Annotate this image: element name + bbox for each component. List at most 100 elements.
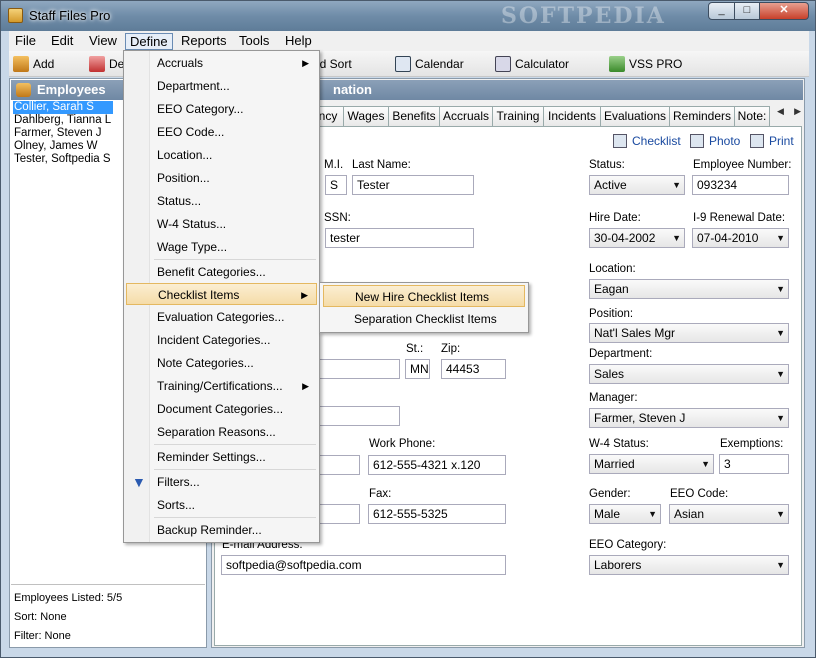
menu-help[interactable]: Help bbox=[281, 33, 316, 50]
photo-link[interactable]: Photo bbox=[690, 134, 740, 148]
print-link[interactable]: Print bbox=[750, 134, 794, 148]
add-button[interactable]: Add bbox=[13, 54, 54, 74]
menu-item-backup-reminder[interactable]: Backup Reminder... bbox=[126, 519, 317, 541]
menu-item-training-certifications[interactable]: Training/Certifications... ▶ bbox=[126, 375, 317, 397]
menu-item-document-categories[interactable]: Document Categories... bbox=[126, 398, 317, 420]
tab-notes[interactable]: Note: bbox=[734, 106, 770, 126]
menu-item-filters[interactable]: Filters... bbox=[126, 471, 317, 493]
menu-tools[interactable]: Tools bbox=[235, 33, 273, 50]
menu-item-location[interactable]: Location... bbox=[126, 144, 317, 166]
gender-label: Gender: bbox=[589, 488, 631, 500]
gender-select[interactable]: Male ▼ bbox=[589, 504, 661, 524]
calendar-button[interactable]: Calendar bbox=[395, 54, 464, 74]
location-select[interactable]: Eagan ▼ bbox=[589, 279, 789, 299]
menu-item-department[interactable]: Department... bbox=[126, 75, 317, 97]
submenu-arrow-icon: ▶ bbox=[302, 58, 309, 68]
position-value: Nat'l Sales Mgr bbox=[594, 326, 675, 340]
position-select[interactable]: Nat'l Sales Mgr ▼ bbox=[589, 323, 789, 343]
menu-item-reminder-settings[interactable]: Reminder Settings... bbox=[126, 446, 317, 468]
menu-item-eeo-code[interactable]: EEO Code... bbox=[126, 121, 317, 143]
menu-item-separation-checklist[interactable]: Separation Checklist Items bbox=[323, 308, 525, 330]
last-name-label: Last Name: bbox=[352, 159, 411, 171]
tab-accruals[interactable]: Accruals bbox=[439, 106, 493, 126]
ssn-field[interactable]: tester bbox=[325, 228, 474, 248]
menu-item-eeo-category[interactable]: EEO Category... bbox=[126, 98, 317, 120]
mi-field[interactable]: S bbox=[325, 175, 347, 195]
menu-item-note-categories[interactable]: Note Categories... bbox=[126, 352, 317, 374]
w4-status-value: Married bbox=[594, 457, 635, 471]
tab-benefits[interactable]: Benefits bbox=[388, 106, 440, 126]
menu-item-separation-reasons[interactable]: Separation Reasons... bbox=[126, 421, 317, 443]
define-menu: Accruals ▶ Department... EEO Category... … bbox=[123, 50, 320, 543]
menu-item-w4-status[interactable]: W-4 Status... bbox=[126, 213, 317, 235]
menu-reports[interactable]: Reports bbox=[177, 33, 231, 50]
zip-field[interactable]: 44453 bbox=[441, 359, 506, 379]
checklist-icon bbox=[613, 134, 627, 148]
menu-item-wage-type[interactable]: Wage Type... bbox=[126, 236, 317, 258]
eeo-category-select[interactable]: Laborers ▼ bbox=[589, 555, 789, 575]
status-select[interactable]: Active ▼ bbox=[589, 175, 685, 195]
country-field[interactable] bbox=[312, 406, 400, 426]
tab-scroll-left-icon[interactable]: ◀ bbox=[777, 106, 784, 124]
menu-item-accruals[interactable]: Accruals ▶ bbox=[126, 52, 317, 74]
close-button[interactable]: ✕ bbox=[759, 2, 809, 20]
employee-number-field[interactable]: 093234 bbox=[692, 175, 789, 195]
calculator-button[interactable]: Calculator bbox=[495, 54, 569, 74]
menu-item-benefit-categories[interactable]: Benefit Categories... bbox=[126, 261, 317, 283]
hire-date-picker[interactable]: 30-04-2002 ▼ bbox=[589, 228, 685, 248]
vss-pro-button[interactable]: VSS PRO bbox=[609, 54, 682, 74]
app-icon bbox=[8, 8, 23, 23]
title-bar[interactable]: Staff Files Pro SOFTPEDIA _ □ ✕ bbox=[1, 1, 815, 31]
department-select[interactable]: Sales ▼ bbox=[589, 364, 789, 384]
tab-incidents[interactable]: Incidents bbox=[543, 106, 601, 126]
menu-item-new-hire-checklist[interactable]: New Hire Checklist Items bbox=[323, 285, 525, 307]
menu-item-sorts[interactable]: Sorts... bbox=[126, 494, 317, 516]
tab-evaluations[interactable]: Evaluations bbox=[600, 106, 670, 126]
department-label: Department: bbox=[589, 348, 653, 360]
menu-item-incident-categories[interactable]: Incident Categories... bbox=[126, 329, 317, 351]
i9-renewal-label: I-9 Renewal Date: bbox=[693, 212, 786, 224]
minimize-button[interactable]: _ bbox=[708, 2, 735, 20]
checklist-label: Checklist bbox=[632, 134, 681, 148]
exemptions-field[interactable]: 3 bbox=[719, 454, 789, 474]
department-value: Sales bbox=[594, 367, 625, 381]
tab-scroll-right-icon[interactable]: ▶ bbox=[794, 106, 801, 124]
state-field[interactable]: MN bbox=[405, 359, 430, 379]
tab-reminders[interactable]: Reminders bbox=[669, 106, 735, 126]
last-name-field[interactable]: Tester bbox=[352, 175, 474, 195]
manager-label: Manager: bbox=[589, 392, 638, 404]
add-label: Add bbox=[33, 56, 55, 71]
position-label: Position: bbox=[589, 308, 634, 320]
city-field[interactable] bbox=[312, 359, 400, 379]
eeo-code-select[interactable]: Asian ▼ bbox=[669, 504, 789, 524]
manager-select[interactable]: Farmer, Steven J ▼ bbox=[589, 408, 789, 428]
checklist-link[interactable]: Checklist bbox=[613, 134, 681, 148]
menu-separator bbox=[154, 259, 316, 260]
location-value: Eagan bbox=[594, 282, 629, 296]
tab-training[interactable]: Training bbox=[492, 106, 544, 126]
email-field[interactable]: softpedia@softpedia.com bbox=[221, 555, 506, 575]
fax-field[interactable]: 612-555-5325 bbox=[368, 504, 506, 524]
menu-item-evaluation-categories[interactable]: Evaluation Categories... bbox=[126, 306, 317, 328]
w4-status-select[interactable]: Married ▼ bbox=[589, 454, 714, 474]
delete-button[interactable]: De bbox=[89, 54, 124, 74]
menu-edit[interactable]: Edit bbox=[47, 33, 77, 50]
menu-item-position[interactable]: Position... bbox=[126, 167, 317, 189]
work-phone-field[interactable]: 612-555-4321 x.120 bbox=[368, 455, 506, 475]
menu-item-label: Accruals bbox=[157, 56, 204, 70]
chevron-down-icon: ▼ bbox=[776, 413, 785, 423]
chevron-down-icon: ▼ bbox=[648, 509, 657, 519]
ssn-label: SSN: bbox=[324, 212, 351, 224]
menu-define[interactable]: Define bbox=[125, 33, 173, 50]
tab-wages[interactable]: Wages bbox=[343, 106, 389, 126]
menu-file[interactable]: File bbox=[11, 33, 40, 50]
list-item[interactable]: Collier, Sarah S bbox=[13, 101, 113, 114]
i9-renewal-picker[interactable]: 07-04-2010 ▼ bbox=[692, 228, 789, 248]
eeo-code-value: Asian bbox=[674, 507, 705, 521]
watermark-text: SOFTPEDIA bbox=[501, 3, 666, 29]
maximize-button[interactable]: □ bbox=[734, 2, 760, 20]
menu-item-checklist-items[interactable]: Checklist Items ▶ bbox=[126, 283, 317, 305]
menu-item-status[interactable]: Status... bbox=[126, 190, 317, 212]
menu-view[interactable]: View bbox=[85, 33, 121, 50]
tab-scroll-arrows[interactable]: ◀ ▶ bbox=[777, 106, 801, 124]
